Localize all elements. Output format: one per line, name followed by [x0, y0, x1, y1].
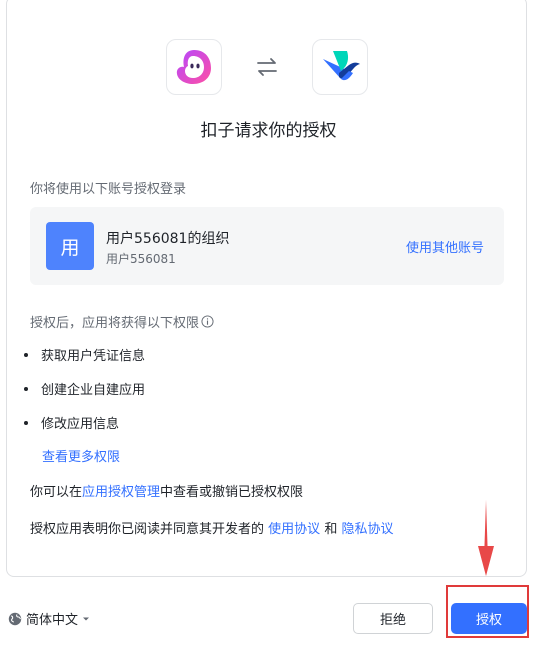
bullet-icon [24, 420, 28, 425]
permission-item-label: 修改应用信息 [41, 417, 120, 432]
manage-authorization-text: 你可以在应用授权管理中查看或撤销已授权权限 [30, 481, 303, 500]
reject-button[interactable]: 拒绝 [353, 603, 433, 634]
annotation-arrow-icon [478, 500, 494, 576]
avatar: 用 [46, 222, 94, 270]
info-icon[interactable] [201, 315, 214, 328]
permission-item: 获取用户凭证信息 [24, 345, 145, 364]
more-permissions-link[interactable]: 查看更多权限 [42, 446, 120, 465]
caret-down-icon [83, 617, 90, 620]
globe-icon [8, 612, 22, 625]
permissions-heading: 授权后，应用将获得以下权限 [30, 312, 214, 331]
terms-of-use-link[interactable]: 使用协议 [268, 522, 320, 537]
permission-item-label: 创建企业自建应用 [41, 383, 146, 398]
annotation-highlight-box [446, 585, 529, 638]
account-card: 用 用户556081的组织 用户556081 使用其他账号 [30, 207, 504, 285]
agreement-and: 和 [324, 522, 338, 537]
agreement-prefix: 授权应用表明你已阅读并同意其开发者的 [30, 522, 265, 537]
kouzi-logo-icon [166, 39, 222, 95]
feishu-logo-icon [312, 39, 368, 95]
permission-item: 创建企业自建应用 [24, 379, 145, 398]
permission-item-label: 获取用户凭证信息 [41, 349, 146, 364]
language-selector[interactable]: 简体中文 [8, 609, 90, 628]
agreement-text: 授权应用表明你已阅读并同意其开发者的 使用协议 和 隐私协议 [30, 518, 393, 537]
account-name: 用户556081的组织 [106, 231, 230, 247]
permissions-heading-text: 授权后，应用将获得以下权限 [30, 316, 200, 331]
permission-item: 修改应用信息 [24, 413, 119, 432]
privacy-policy-link[interactable]: 隐私协议 [341, 522, 393, 537]
language-label: 简体中文 [26, 613, 79, 628]
account-prompt: 你将使用以下账号授权登录 [30, 182, 187, 197]
bullet-icon [24, 386, 28, 391]
swap-arrows-icon [257, 58, 277, 76]
page-title: 扣子请求你的授权 [200, 121, 337, 141]
bullet-icon [24, 352, 28, 357]
account-subtitle: 用户556081 [106, 252, 176, 266]
manage-prefix: 你可以在 [30, 485, 83, 500]
manage-suffix: 中查看或撤销已授权权限 [160, 485, 304, 500]
app-authorization-management-link[interactable]: 应用授权管理 [82, 485, 160, 500]
switch-account-link[interactable]: 使用其他账号 [406, 237, 484, 256]
